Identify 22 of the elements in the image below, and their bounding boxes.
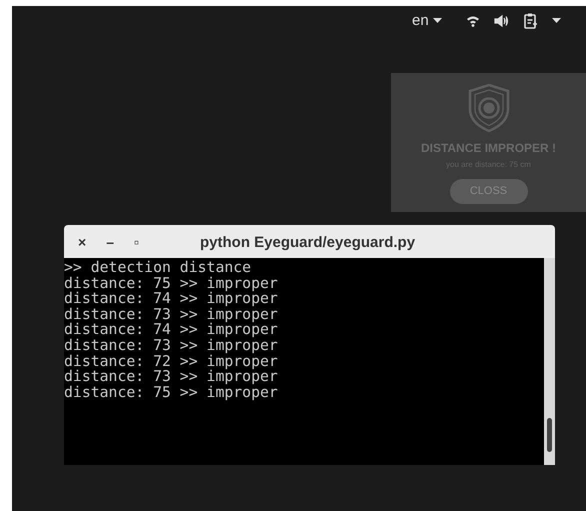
shield-eye-icon — [466, 83, 510, 133]
scrollbar-thumb[interactable] — [547, 418, 552, 452]
terminal-line: distance: 72 >> improper — [64, 354, 278, 370]
maximize-button[interactable]: ▫ — [134, 234, 139, 248]
terminal-line: distance: 75 >> improper — [64, 276, 278, 292]
terminal-line: distance: 73 >> improper — [64, 338, 278, 354]
caret-icon[interactable] — [552, 18, 561, 24]
terminal-line: distance: 74 >> improper — [64, 291, 278, 307]
terminal-line: distance: 73 >> improper — [64, 306, 278, 322]
window-title: python Eyeguard/eyeguard.py — [200, 233, 416, 253]
speaker-icon — [494, 15, 510, 28]
terminal-line: >> detection distance — [64, 260, 252, 276]
terminal-line: distance: 74 >> improper — [64, 322, 278, 338]
terminal-line: distance: 75 >> improper — [64, 384, 278, 400]
scrollbar[interactable] — [544, 258, 555, 465]
terminal-line: distance: 73 >> improper — [64, 369, 278, 385]
wifi-icon — [466, 15, 480, 28]
caret-icon — [432, 18, 442, 24]
close-button[interactable]: × — [78, 234, 86, 248]
clipboard-icon — [524, 13, 538, 30]
minimize-button[interactable]: – — [106, 234, 114, 248]
language-menu[interactable]: en — [412, 10, 442, 32]
